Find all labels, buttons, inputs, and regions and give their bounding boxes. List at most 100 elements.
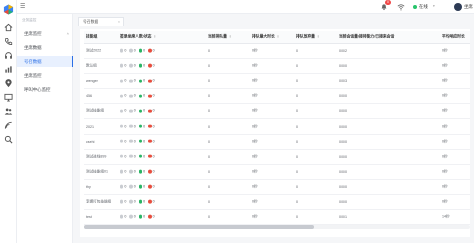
avg-response-time: 0秒 (442, 48, 448, 53)
search-icon[interactable] (3, 134, 14, 145)
sort-icon: ⇕ (316, 34, 320, 39)
agent-status-label[interactable]: 在线 (419, 4, 428, 10)
column-header[interactable]: 平均响应时长 (442, 35, 465, 40)
session-capacity: 0/0/2 (339, 49, 347, 54)
away-dot (148, 200, 152, 204)
agent-status-counts: 0000 (120, 139, 158, 144)
online-dot (138, 49, 143, 53)
sidebar-item-agent-monitor-2[interactable]: 坐席监控 (17, 70, 73, 81)
column-header[interactable]: 排队最大时长 ⇕ (252, 35, 279, 40)
abandon-count: 0 (296, 169, 298, 174)
avg-response-time: 0秒 (442, 124, 448, 129)
offline-dot (120, 79, 124, 83)
user-name[interactable]: 坐席 (464, 4, 473, 10)
online-dot (138, 154, 143, 159)
session-capacity: 0/0/0 (339, 154, 347, 159)
online-dot (138, 124, 143, 128)
busy-dot (129, 169, 133, 174)
avg-response-time: 0秒 (442, 93, 448, 98)
sort-icon: ⇕ (228, 34, 232, 39)
skill-group-name: 测试技能组 (86, 108, 104, 113)
content-card: 技能组 签录坐席人数/状态 ⇕ 当前排队量 ⇕ 排队最大时长 ⇕ 排队放弃量 ⇕ 当前会… (80, 29, 470, 237)
abandon-count: 0 (296, 154, 298, 159)
menu-toggle-icon[interactable]: ☰ (20, 3, 25, 10)
sidebar-item-call-center-monitor[interactable]: 呼叫中心监控 (17, 84, 73, 95)
close-icon[interactable]: × (118, 20, 120, 24)
monitor-icon[interactable] (3, 92, 14, 103)
abandon-count: 0 (296, 94, 298, 99)
abandon-count: 0 (296, 64, 298, 69)
offline-dot (120, 109, 124, 113)
agent-status-counts: 0000 (120, 79, 158, 84)
max-wait-time: 0秒 (252, 139, 258, 144)
sidebar-item-label: 号召数据 (24, 58, 42, 64)
queue-count: 0 (208, 124, 210, 129)
max-wait-time: 0秒 (252, 63, 258, 68)
max-wait-time: 0秒 (252, 108, 258, 113)
signal-icon[interactable] (3, 120, 14, 131)
chart-icon[interactable] (3, 64, 14, 75)
away-dot (148, 79, 152, 83)
skill-group-name: 测试技能组01 (86, 169, 108, 174)
skill-group-name: csehi (86, 139, 95, 144)
icon-rail (0, 0, 17, 243)
busy-dot (129, 64, 133, 68)
skill-group-name: test (86, 215, 92, 220)
agent-status-counts: 0000 (120, 49, 158, 54)
scrollbar-thumb[interactable] (84, 225, 314, 229)
column-header[interactable]: 签录坐席人数/状态 ⇕ (120, 35, 156, 40)
app-root: ☰ 0 在线 ▾ 坐席 ▾ 业务监控 坐席监控 ˄ 坐席数据 号召数据 坐席监控 (0, 0, 474, 243)
busy-dot (129, 49, 133, 53)
queue-count: 0 (208, 79, 210, 84)
table-row: 456 0 0 0 0 0 0秒 0 0/0/0 0秒 (84, 89, 470, 105)
notification-badge: 0 (385, 0, 391, 5)
sidebar-item-agent-data[interactable]: 坐席数据 (17, 42, 73, 53)
column-header: 当前会话量/接待能力/已接来会话 (339, 34, 395, 39)
chevron-down-icon[interactable]: ▾ (433, 4, 435, 8)
tab-queue-data[interactable]: 号召数据 × (78, 17, 124, 26)
column-header[interactable]: 当前排队量 ⇕ (208, 35, 232, 40)
online-dot (138, 79, 143, 83)
session-capacity: 0/0/0 (339, 200, 347, 205)
skill-group-name: wenger (86, 79, 98, 84)
queue-count: 0 (208, 94, 210, 99)
phone-icon[interactable] (3, 36, 14, 47)
column-header: 技能组 (86, 34, 98, 39)
session-capacity: 0/0/0 (339, 109, 347, 114)
column-header[interactable]: 排队放弃量 ⇕ (296, 35, 320, 40)
app-logo[interactable] (3, 4, 14, 15)
skill-group-name: 默认组 (86, 63, 97, 68)
headset-icon[interactable] (3, 50, 14, 61)
away-dot (148, 64, 152, 68)
away-dot (148, 94, 152, 98)
agent-status-counts: 0000 (120, 185, 158, 190)
skill-group-name: 测试2022 (86, 48, 102, 53)
online-dot (138, 215, 143, 219)
horizontal-scrollbar[interactable] (84, 225, 470, 229)
sidebar-item-agent-monitor[interactable]: 坐席监控 ˄ (17, 28, 73, 39)
max-wait-time: 0秒 (252, 199, 258, 204)
session-capacity: 0/0/0 (339, 139, 347, 144)
session-capacity: 0/0/0 (339, 64, 347, 69)
table-row: csehi 0 0 0 0 0 0秒 0 0/0/0 0秒 (84, 135, 470, 150)
table-row: test 0 0 0 0 0 0秒 0 0/0/1 14秒 (84, 210, 470, 226)
avatar[interactable] (454, 3, 462, 11)
sidebar-item-queue-data[interactable]: 号召数据 (17, 56, 73, 67)
avg-response-time: 0秒 (442, 199, 448, 204)
busy-dot (129, 94, 133, 98)
online-dot (138, 139, 143, 143)
away-dot (148, 124, 152, 128)
offline-dot (120, 184, 124, 189)
users-icon[interactable] (3, 106, 14, 117)
location-icon[interactable] (3, 78, 14, 89)
away-dot (148, 109, 152, 113)
busy-dot (129, 139, 133, 143)
home-icon[interactable] (3, 22, 14, 33)
session-capacity: 0/0/0 (339, 94, 347, 99)
skill-group-name: thy (86, 184, 91, 189)
agent-status-counts: 0000 (120, 124, 158, 129)
queue-count: 0 (208, 109, 210, 114)
table-row: 测试技能组 0 0 0 0 0 0秒 0 0/0/0 0秒 (84, 104, 470, 120)
avg-response-time: 0秒 (442, 108, 448, 113)
offline-dot (120, 64, 124, 68)
